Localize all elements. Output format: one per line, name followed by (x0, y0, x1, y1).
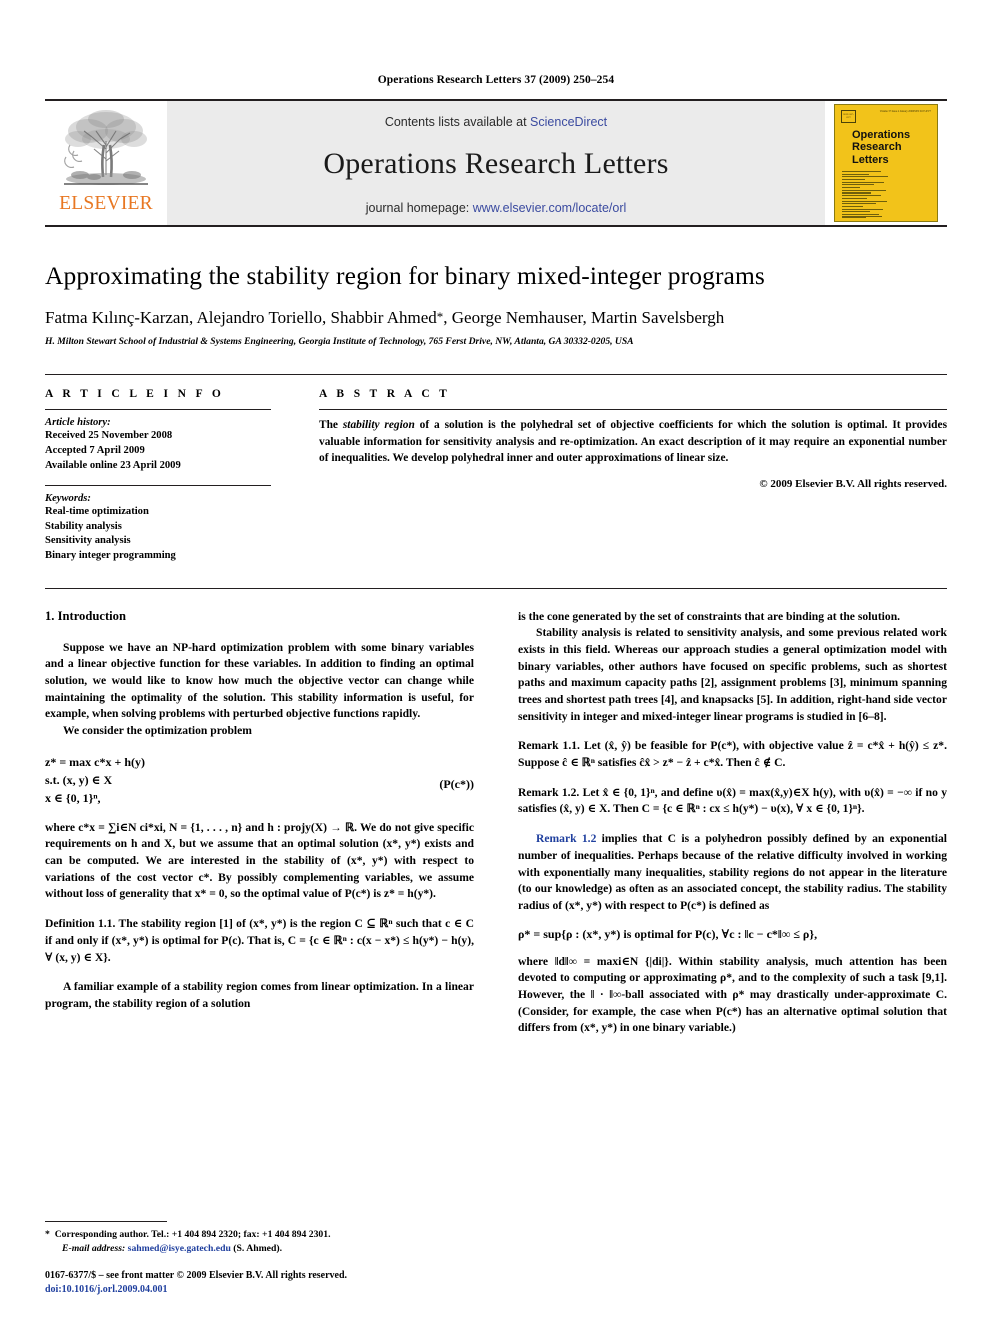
keywords-label: Keywords: (45, 493, 91, 505)
keywords-rule (45, 485, 271, 487)
paragraph: A familiar example of a stability region… (45, 980, 474, 1010)
email-label: E-mail address: (62, 1242, 126, 1254)
keyword-item: Real-time optimization (45, 506, 149, 518)
journal-cover-container: ISSN 0167-6377 Volume 37 Issue 4 January… (825, 101, 947, 225)
page-title: Approximating the stability region for b… (45, 261, 765, 290)
footnote-area: * Corresponding author. Tel.: +1 404 894… (45, 1221, 474, 1297)
body-columns: 1. Introduction Suppose we have an NP-ha… (45, 609, 947, 1037)
cover-contents-lines (842, 170, 931, 218)
history-received: Received 25 November 2008 (45, 430, 173, 442)
remark-text: Let (x̂, ŷ) be feasible for P(c*), with … (518, 739, 947, 770)
article-history-group: Article history: Received 25 November 20… (45, 417, 271, 473)
cover-issn-right: ISSN 0167-6377 (913, 110, 931, 113)
abstract-emphasis: stability region (342, 419, 415, 432)
keyword-item: Stability analysis (45, 520, 122, 532)
corresponding-author-text: Corresponding author. Tel.: +1 404 894 2… (54, 1229, 331, 1241)
cover-title: Operations Research Letters (852, 129, 931, 166)
article-info-rule (45, 409, 271, 411)
elsevier-wordmark: ELSEVIER (59, 193, 153, 214)
paragraph: is the cone generated by the set of cons… (518, 609, 901, 623)
corresponding-author-note: * Corresponding author. Tel.: +1 404 894… (45, 1228, 474, 1242)
right-column: is the cone generated by the set of cons… (518, 609, 947, 1037)
email-suffix: (S. Ahmed). (230, 1242, 283, 1254)
elsevier-tree-icon (64, 110, 148, 185)
remark-1-2: Remark 1.2. Let x̂ ∈ {0, 1}ⁿ, and define… (518, 785, 947, 818)
keyword-item: Sensitivity analysis (45, 535, 131, 547)
journal-homepage-line: journal homepage: www.elsevier.com/locat… (366, 201, 627, 215)
title-block: Approximating the stability region for b… (45, 261, 947, 348)
history-accepted: Accepted 7 April 2009 (45, 444, 145, 456)
journal-title: Operations Research Letters (323, 146, 669, 180)
equation-problem-P: z* = max c*x + h(y) s.t. (x, y) ∈ X x ∈ … (45, 753, 474, 807)
journal-homepage-link[interactable]: www.elsevier.com/locate/orl (473, 201, 627, 215)
equation-line: z* = max c*x + h(y) (45, 754, 145, 769)
paragraph: where c*x = ∑i∈N ci*xi, N = {1, . . . , … (45, 820, 474, 901)
cover-title-line-3: Letters (852, 153, 889, 166)
section-heading-introduction: 1. Introduction (45, 608, 126, 623)
imprint-block: 0167-6377/$ – see front matter © 2009 El… (45, 1269, 474, 1297)
remark-text: Let x̂ ∈ {0, 1}ⁿ, and define υ(x̂) = max… (518, 785, 948, 816)
inline-reference[interactable]: Remark 1.2 (536, 832, 596, 845)
sciencedirect-link[interactable]: ScienceDirect (530, 115, 607, 129)
abstract-rule (319, 409, 947, 411)
cover-footer-rule (842, 215, 882, 217)
contents-prefix: Contents lists available at (384, 114, 531, 129)
keyword-item: Binary integer programming (45, 549, 176, 561)
article-info-heading: A R T I C L E I N F O (45, 388, 225, 401)
contents-available-line: Contents lists available at ScienceDirec… (385, 115, 607, 129)
abstract-column: A B S T R A C T The stability region of … (293, 388, 947, 575)
footnote-rule (45, 1221, 167, 1223)
definition-label: Definition 1.1. (45, 917, 116, 931)
remark-1-1: Remark 1.1. Let (x̂, ŷ) be feasible for … (518, 738, 947, 771)
affiliation: H. Milton Stewart School of Industrial &… (45, 335, 634, 347)
issn-front-matter: 0167-6377/$ – see front matter © 2009 El… (45, 1269, 348, 1281)
article-info-column: A R T I C L E I N F O Article history: R… (45, 388, 293, 575)
paragraph: Remark 1.2 implies that C is a polyhedro… (518, 831, 947, 914)
homepage-prefix: journal homepage: (365, 200, 473, 215)
equation-tag: (P(c*)) (439, 776, 474, 791)
journal-article-page: Operations Research Letters 37 (2009) 25… (0, 0, 992, 1323)
cover-topbar: ISSN 0167-6377 Volume 37 Issue 4 January… (841, 110, 931, 123)
footnote-star-marker: * (45, 1229, 50, 1241)
paragraph: Suppose we have an NP-hard optimization … (45, 640, 474, 721)
paragraph: where ‖d‖∞ = maxi∈N {|di|}. Within stabi… (518, 954, 947, 1035)
cover-title-line-2: Research (852, 141, 902, 154)
cover-title-line-1: Operations (852, 129, 911, 141)
equation-line: s.t. (x, y) ∈ X (45, 772, 113, 787)
email-link[interactable]: sahmed@isye.gatech.edu (128, 1243, 231, 1254)
copyright-line: © 2009 Elsevier B.V. All rights reserved… (759, 477, 947, 490)
author-list: Fatma Kılınç-Karzan, Alejandro Toriello,… (45, 307, 947, 328)
equation-stability-radius: ρ* = sup{ρ : (x*, y*) is optimal for P(c… (518, 926, 818, 941)
banner-center: Contents lists available at ScienceDirec… (167, 101, 825, 225)
abstract-heading: A B S T R A C T (319, 388, 451, 401)
remark-label: Remark 1.1. (518, 739, 580, 753)
cover-volume-line: Volume 37 Issue 4 January 2009 (879, 110, 914, 113)
definition-1-1: Definition 1.1. The stability region [1]… (45, 916, 474, 966)
cover-issn-box: ISSN 0167-6377 (841, 110, 856, 123)
paragraph: Stability analysis is related to sensiti… (518, 626, 947, 723)
abstract-text: The stability region of a solution is th… (319, 417, 947, 466)
elsevier-logo: ELSEVIER (45, 101, 167, 225)
remark-label: Remark 1.2. (518, 785, 580, 799)
doi-link[interactable]: doi:10.1016/j.orl.2009.04.001 (45, 1283, 474, 1297)
paragraph: We consider the optimization problem (63, 724, 252, 738)
keywords-group: Keywords: Real-time optimization Stabili… (45, 493, 271, 563)
left-column: 1. Introduction Suppose we have an NP-ha… (45, 609, 474, 1037)
article-history-label: Article history: (45, 417, 111, 429)
running-head: Operations Research Letters 37 (2009) 25… (377, 74, 615, 86)
email-note: E-mail address: sahmed@isye.gatech.edu (… (45, 1242, 474, 1256)
history-online: Available online 23 April 2009 (45, 459, 181, 471)
info-abstract-band: A R T I C L E I N F O Article history: R… (45, 374, 947, 589)
authors-tail: , George Nemhauser, Martin Savelsbergh (443, 307, 725, 327)
journal-banner: ELSEVIER Contents lists available at Sci… (45, 99, 947, 227)
equation-line: x ∈ {0, 1}ⁿ, (45, 790, 101, 805)
abstract-lead: The (319, 419, 343, 432)
journal-cover-thumbnail: ISSN 0167-6377 Volume 37 Issue 4 January… (834, 104, 938, 222)
authors-head: Fatma Kılınç-Karzan, Alejandro Toriello,… (45, 307, 437, 327)
